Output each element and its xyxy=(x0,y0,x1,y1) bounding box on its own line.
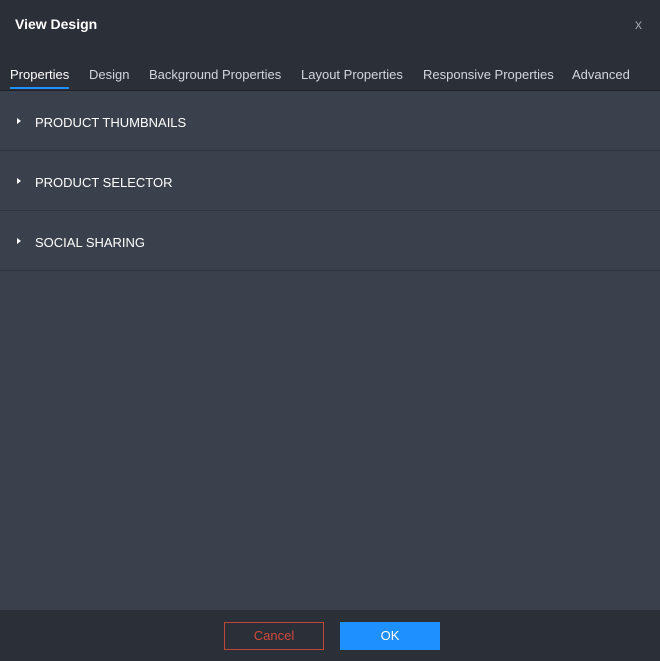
close-icon: x xyxy=(635,16,642,32)
dialog-footer: Cancel OK xyxy=(0,610,660,661)
tab-background-properties[interactable]: Background Properties xyxy=(149,67,281,83)
ok-button[interactable]: OK xyxy=(340,622,440,650)
tab-design[interactable]: Design xyxy=(89,67,129,83)
tab-advanced[interactable]: Advanced xyxy=(572,67,630,83)
section-label: PRODUCT SELECTOR xyxy=(35,175,173,190)
section-label: PRODUCT THUMBNAILS xyxy=(35,115,187,130)
tab-bar: Properties Design Background Properties … xyxy=(0,50,660,91)
section-social-sharing[interactable]: SOCIAL SHARING xyxy=(0,211,660,271)
section-product-selector[interactable]: PRODUCT SELECTOR xyxy=(0,151,660,211)
section-label: SOCIAL SHARING xyxy=(35,235,146,250)
close-button[interactable]: x xyxy=(635,16,642,33)
tab-layout-properties[interactable]: Layout Properties xyxy=(301,67,403,83)
dialog-titlebar: View Design x xyxy=(0,0,660,50)
tab-properties[interactable]: Properties xyxy=(10,67,69,83)
caret-right-icon xyxy=(17,178,21,184)
dialog-title: View Design xyxy=(15,16,98,32)
tab-responsive-properties[interactable]: Responsive Properties xyxy=(423,67,554,83)
section-product-thumbnails[interactable]: PRODUCT THUMBNAILS xyxy=(0,91,660,151)
caret-right-icon xyxy=(17,118,21,124)
caret-right-icon xyxy=(17,238,21,244)
view-design-dialog: View Design x Properties Design Backgrou… xyxy=(0,0,660,661)
active-tab-indicator xyxy=(10,87,69,89)
cancel-button[interactable]: Cancel xyxy=(224,622,324,650)
